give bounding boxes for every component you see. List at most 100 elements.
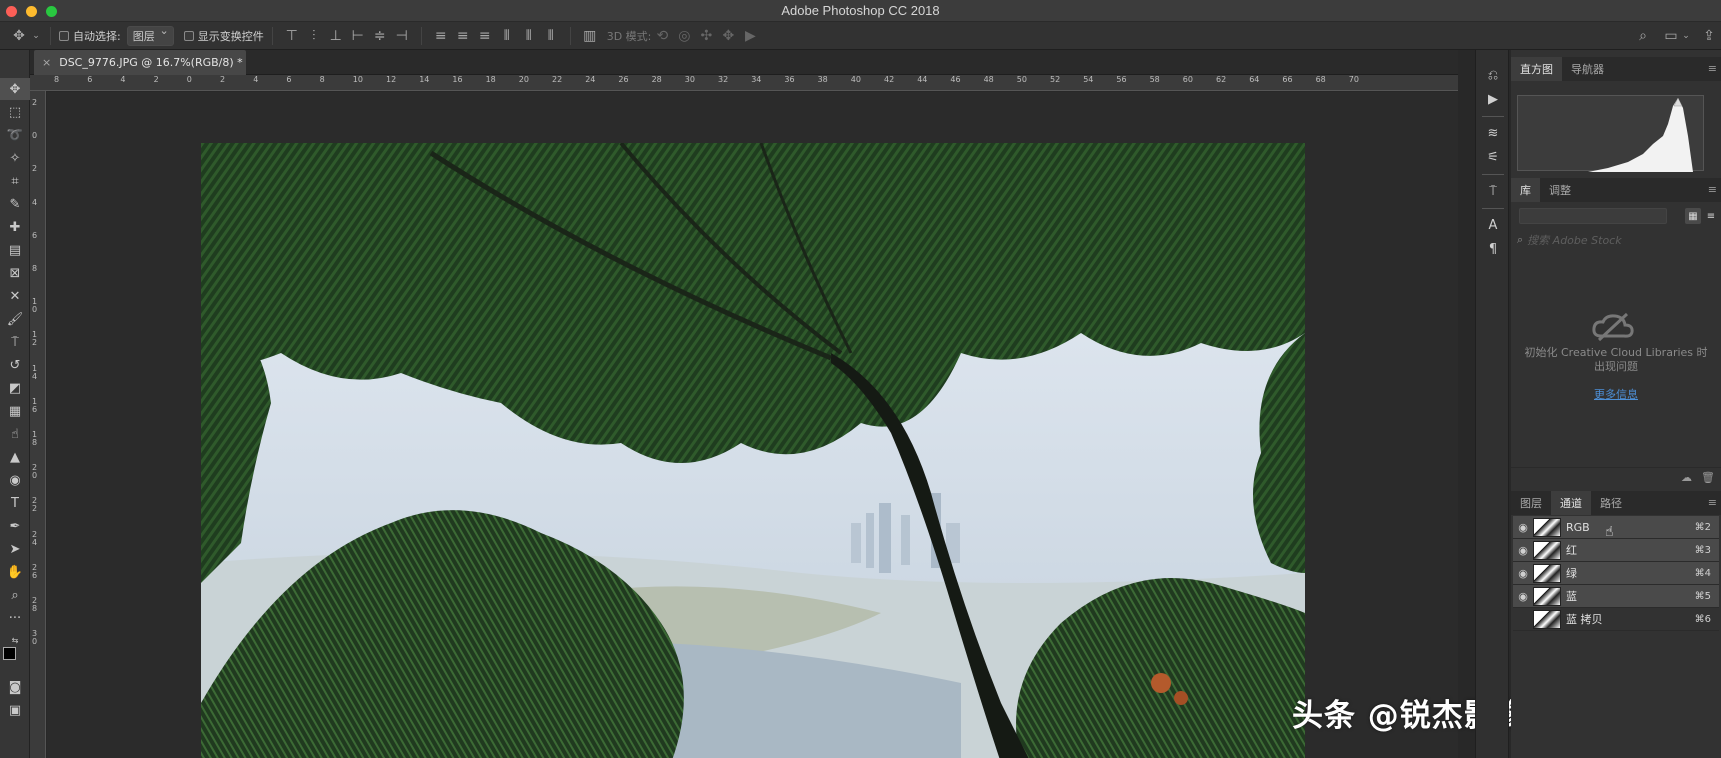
document-image[interactable]: [201, 143, 1305, 758]
screen-mode-icon[interactable]: ▣: [0, 699, 30, 721]
ruler-label: 2: [32, 164, 38, 174]
tab-libraries[interactable]: 库: [1511, 178, 1540, 202]
pen-tool-icon[interactable]: ✒: [0, 515, 30, 537]
history-brush-tool-icon[interactable]: ↺: [0, 354, 30, 376]
quick-mask-icon[interactable]: ◙: [0, 676, 30, 698]
frame-tool-icon[interactable]: ⊠: [0, 262, 30, 284]
content-aware-move-icon[interactable]: ✕: [0, 285, 30, 307]
list-view-icon[interactable]: ≡: [1703, 208, 1719, 224]
auto-select-dropdown[interactable]: 图层: [126, 24, 174, 46]
more-info-link[interactable]: 更多信息: [1511, 386, 1721, 402]
channel-row[interactable]: ◉ 蓝 ⌘5: [1513, 585, 1719, 608]
tab-navigator[interactable]: 导航器: [1562, 57, 1613, 81]
channel-row[interactable]: ◉ 绿 ⌘4: [1513, 562, 1719, 585]
magic-wand-tool-icon[interactable]: ✧: [0, 147, 30, 169]
eraser-tool-icon[interactable]: ◩: [0, 377, 30, 399]
workspace-chevron-icon[interactable]: ⌄: [1680, 31, 1692, 41]
drag-3d-icon[interactable]: ✣: [695, 28, 717, 44]
show-transform-checkbox[interactable]: 显示变换控件: [183, 28, 264, 44]
tab-layers[interactable]: 图层: [1511, 491, 1551, 515]
tab-adjustments[interactable]: 调整: [1540, 178, 1580, 202]
clone-source-panel-icon[interactable]: ⍑: [1476, 180, 1510, 202]
align-hcenter-icon[interactable]: ≑: [369, 28, 391, 44]
distribute-top-icon[interactable]: ≡: [430, 28, 452, 44]
cc-sync-icon[interactable]: ☁: [1681, 471, 1692, 484]
checkbox-box[interactable]: [183, 30, 194, 41]
library-dropdown[interactable]: [1519, 208, 1667, 224]
move-tool-icon[interactable]: ✥: [0, 78, 30, 100]
ruler-label: 3 0: [32, 629, 38, 647]
close-tab-icon[interactable]: ×: [42, 56, 51, 69]
align-left-icon[interactable]: ⊢: [347, 28, 369, 44]
auto-align-icon[interactable]: ▥: [579, 28, 601, 44]
tab-paths[interactable]: 路径: [1591, 491, 1631, 515]
visibility-eye-icon[interactable]: ◉: [1513, 590, 1533, 603]
clone-stamp-tool-icon[interactable]: ⍑: [0, 331, 30, 353]
rotate-3d-icon[interactable]: ⟲: [651, 28, 673, 44]
panel-menu-icon[interactable]: ≡: [1708, 496, 1717, 509]
character-panel-icon[interactable]: A: [1476, 214, 1510, 236]
align-top-icon[interactable]: ⊤: [281, 28, 303, 44]
tab-channels[interactable]: 通道: [1551, 491, 1591, 515]
preset-chevron-icon[interactable]: ⌄: [30, 31, 42, 41]
search-icon[interactable]: ⌕: [1632, 28, 1654, 44]
grid-view-icon[interactable]: ▦: [1685, 208, 1701, 224]
panel-menu-icon[interactable]: ≡: [1708, 62, 1717, 75]
path-selection-tool-icon[interactable]: ➤: [0, 538, 30, 560]
distribute-bottom-icon[interactable]: ≡: [474, 28, 496, 44]
channel-row[interactable]: ◉ 红 ⌘3: [1513, 539, 1719, 562]
channel-row[interactable]: ◉ RGB ⌘2 ☝: [1513, 516, 1719, 540]
share-icon[interactable]: ⇪: [1698, 28, 1720, 44]
visibility-eye-icon[interactable]: ◉: [1513, 613, 1533, 626]
distribute-hcenter-icon[interactable]: ⦀: [518, 28, 540, 44]
checkbox-box[interactable]: [59, 30, 69, 41]
gradient-tool-icon[interactable]: ▦: [0, 400, 30, 422]
swap-colors-icon[interactable]: ⇆: [0, 633, 30, 647]
visibility-eye-icon[interactable]: ◉: [1513, 567, 1533, 580]
panel-menu-icon[interactable]: ≡: [1708, 183, 1717, 196]
brushes-panel-icon[interactable]: ⚟: [1476, 146, 1510, 168]
dodge-tool-icon[interactable]: ▲: [0, 446, 30, 468]
auto-select-checkbox[interactable]: 自动选择:: [59, 28, 121, 44]
crop-tool-icon[interactable]: ⌗: [0, 170, 30, 192]
eyedropper-tool-icon[interactable]: ✎: [0, 193, 30, 215]
actions-panel-icon[interactable]: ▶: [1476, 88, 1510, 110]
brush-settings-panel-icon[interactable]: ≋: [1476, 122, 1510, 144]
stock-search-input[interactable]: ⌕ 搜索 Adobe Stock: [1517, 232, 1715, 248]
brush-tool-icon[interactable]: 🖌: [0, 308, 30, 330]
zoom-tool-icon[interactable]: ⌕: [0, 584, 30, 606]
delete-icon[interactable]: 🗑: [1701, 471, 1715, 484]
channel-thumbnail: [1533, 586, 1561, 606]
paragraph-panel-icon[interactable]: ¶: [1476, 238, 1510, 260]
more-tools-icon[interactable]: ···: [0, 607, 30, 629]
roll-3d-icon[interactable]: ◎: [673, 28, 695, 44]
tab-histogram[interactable]: 直方图: [1511, 57, 1562, 81]
align-right-icon[interactable]: ⊣: [391, 28, 413, 44]
vertical-ruler[interactable]: 2 0 2 4 6 8 1 0 1 2 1 4 1 6 1 8 2 0 2 2 2 4 2 6 2 8 3 0: [30, 91, 46, 758]
history-panel-icon[interactable]: ⎌: [1476, 64, 1510, 86]
foreground-color-swatch[interactable]: [3, 647, 16, 660]
bandage-tool-icon[interactable]: ▤: [0, 239, 30, 261]
distribute-right-icon[interactable]: ⦀: [540, 28, 562, 44]
type-tool-icon[interactable]: T: [0, 492, 30, 514]
canvas-area[interactable]: [47, 92, 1458, 758]
move-tool-preset-icon[interactable]: ✥: [8, 28, 30, 44]
document-tab[interactable]: × DSC_9776.JPG @ 16.7%(RGB/8) *: [34, 50, 246, 75]
align-bottom-icon[interactable]: ⊥: [325, 28, 347, 44]
healing-brush-tool-icon[interactable]: ✚: [0, 216, 30, 238]
marquee-tool-icon[interactable]: ⬚: [0, 101, 30, 123]
align-vcenter-icon[interactable]: ⫶: [303, 28, 325, 44]
visibility-eye-icon[interactable]: ◉: [1513, 521, 1533, 534]
burn-tool-icon[interactable]: ◉: [0, 469, 30, 491]
visibility-eye-icon[interactable]: ◉: [1513, 544, 1533, 557]
hand-tool-icon[interactable]: ✋: [0, 561, 30, 583]
channel-row[interactable]: ◉ 蓝 拷贝 ⌘6: [1513, 608, 1719, 631]
scale-3d-icon[interactable]: ▶: [739, 28, 761, 44]
lasso-tool-icon[interactable]: ➰: [0, 124, 30, 146]
distribute-vcenter-icon[interactable]: ≡: [452, 28, 474, 44]
workspace-icon[interactable]: ▭: [1660, 28, 1682, 44]
horizontal-ruler[interactable]: 8 6 4 2 0 2 4 6 8 10 12 14 16 18 20 22 24 26 28 30 32 34 36 38 4…: [30, 75, 1458, 91]
smudge-tool-icon[interactable]: ☝: [0, 423, 30, 445]
slide-3d-icon[interactable]: ✥: [717, 28, 739, 44]
distribute-left-icon[interactable]: ⦀: [496, 28, 518, 44]
